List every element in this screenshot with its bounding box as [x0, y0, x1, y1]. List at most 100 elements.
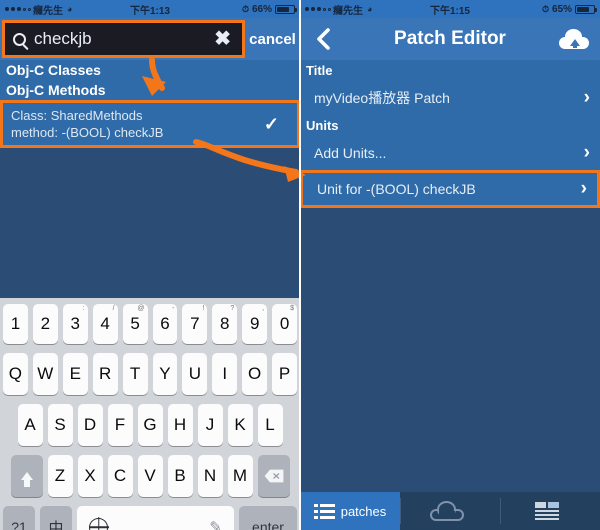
key-U[interactable]: U: [182, 353, 208, 395]
shift-key[interactable]: [10, 455, 43, 497]
key-1[interactable]: 1: [2, 304, 28, 344]
key-label: A: [24, 415, 36, 434]
globe-icon[interactable]: [89, 517, 108, 530]
key-K[interactable]: K: [227, 404, 253, 446]
search-input[interactable]: checkjb ✖: [2, 20, 245, 58]
search-value: checkjb: [34, 29, 92, 48]
key-5[interactable]: @5: [122, 304, 148, 344]
group-header: Title: [300, 60, 600, 81]
back-button[interactable]: [300, 28, 346, 50]
key-label: V: [144, 466, 156, 485]
key-label: 9: [249, 314, 260, 333]
key-label: L: [265, 415, 275, 434]
key-B[interactable]: B: [167, 455, 193, 497]
tab-news[interactable]: [500, 492, 600, 530]
chevron-right-icon: ›: [583, 142, 590, 163]
key-7[interactable]: ! 7: [182, 304, 208, 344]
key-V[interactable]: V: [137, 455, 163, 497]
key-A[interactable]: A: [17, 404, 43, 446]
key-9[interactable]: ,9: [242, 304, 268, 344]
key-0[interactable]: $0: [272, 304, 298, 344]
handwriting-icon[interactable]: ✎: [209, 518, 222, 530]
key-Z[interactable]: Z: [47, 455, 73, 497]
key-3[interactable]: :3: [62, 304, 88, 344]
list-row[interactable]: myVideo播放器 Patch ›: [300, 81, 600, 115]
section-header-classes: Obj-C Classes: [0, 60, 300, 80]
key-S[interactable]: S: [47, 404, 73, 446]
key-4[interactable]: /4: [92, 304, 118, 344]
symbols-key[interactable]: ?1: [3, 506, 35, 530]
key-D[interactable]: D: [77, 404, 103, 446]
cancel-button[interactable]: cancel: [245, 18, 300, 60]
search-result-row[interactable]: Class: SharedMethods method: -(BOOL) che…: [0, 100, 300, 148]
checkmark-icon: ✓: [263, 113, 279, 134]
key-label: D: [83, 415, 97, 434]
right-phone-screen: 癮先生 ◕ 下午1:15 ⏱ 65% Patch Editor Title my…: [300, 0, 600, 530]
result-method-label: method: -(BOOL) checkJB: [11, 125, 164, 140]
key-label: 1: [10, 314, 21, 333]
key-E[interactable]: E: [62, 353, 88, 395]
key-6[interactable]: -6: [152, 304, 178, 344]
list-row-label: myVideo播放器 Patch: [314, 90, 450, 106]
key-F[interactable]: F: [107, 404, 133, 446]
key-H[interactable]: H: [167, 404, 193, 446]
key-label: J: [205, 415, 215, 434]
tab-cloud[interactable]: [400, 492, 500, 530]
upload-button[interactable]: [548, 29, 600, 49]
key-O[interactable]: O: [242, 353, 268, 395]
key-Q[interactable]: Q: [2, 353, 28, 395]
backspace-key[interactable]: [257, 455, 290, 497]
key-I[interactable]: I: [212, 353, 238, 395]
list-row[interactable]: Unit for -(BOOL) checkJB ›: [300, 170, 600, 208]
language-key[interactable]: 中: [40, 506, 72, 530]
backspace-icon: [264, 469, 283, 483]
key-label: 6: [160, 314, 170, 333]
enter-key[interactable]: enter: [239, 506, 297, 530]
key-C[interactable]: C: [107, 455, 133, 497]
list-row[interactable]: Add Units... ›: [300, 136, 600, 170]
result-list-empty-area: [0, 148, 300, 294]
key-label: 5: [130, 314, 140, 333]
key-T[interactable]: T: [122, 353, 148, 395]
key-X[interactable]: X: [77, 455, 103, 497]
key-J[interactable]: J: [197, 404, 223, 446]
key-W[interactable]: W: [32, 353, 58, 395]
key-8[interactable]: ? 8: [212, 304, 238, 344]
search-icon: [13, 32, 26, 46]
key-G[interactable]: G: [137, 404, 163, 446]
clear-icon[interactable]: ✖: [214, 29, 234, 49]
key-label: E: [69, 364, 81, 383]
space-key[interactable]: ✎: [77, 506, 234, 530]
key-label: Z: [54, 466, 66, 485]
result-class-label: Class: SharedMethods: [11, 108, 143, 123]
key-2[interactable]: 2: [32, 304, 58, 344]
left-status-bar: 癮先生 ◕ 下午1:13 ⏱ 66%: [0, 0, 300, 18]
key-secondary-label: !: [202, 305, 205, 312]
left-phone-screen: 癮先生 ◕ 下午1:13 ⏱ 66% checkjb ✖ cancel Obj-…: [0, 0, 300, 530]
chevron-right-icon: ›: [580, 178, 587, 199]
key-M[interactable]: M: [227, 455, 253, 497]
screenshot-root: 癮先生 ◕ 下午1:13 ⏱ 66% checkjb ✖ cancel Obj-…: [0, 0, 600, 530]
key-label: Q: [8, 364, 23, 383]
key-R[interactable]: R: [92, 353, 118, 395]
keyboard-row-bottom: ZXCVBNM: [3, 455, 297, 497]
key-Y[interactable]: Y: [152, 353, 178, 395]
tab-bar: patches: [300, 492, 600, 530]
list-icon: [313, 503, 335, 519]
cloud-icon: [430, 501, 464, 521]
key-label: 7: [190, 314, 200, 333]
tab-patches-label: patches: [340, 503, 387, 519]
key-label: 2: [40, 314, 51, 333]
battery-icon: [575, 4, 597, 14]
key-label: F: [114, 415, 126, 434]
key-secondary-label: ?: [230, 305, 235, 312]
result-text-block: Class: SharedMethods method: -(BOOL) che…: [11, 107, 264, 141]
settings-list: Title myVideo播放器 Patch › Units Add Units... ›…: [300, 60, 600, 208]
key-L[interactable]: L: [257, 404, 283, 446]
keyboard-row-top: QWERTYU I OP: [2, 353, 298, 395]
key-label: C: [113, 466, 127, 485]
clock-label: 下午1:13: [129, 5, 170, 17]
tab-patches[interactable]: patches: [300, 492, 400, 530]
key-N[interactable]: N: [197, 455, 223, 497]
key-P[interactable]: P: [272, 353, 298, 395]
